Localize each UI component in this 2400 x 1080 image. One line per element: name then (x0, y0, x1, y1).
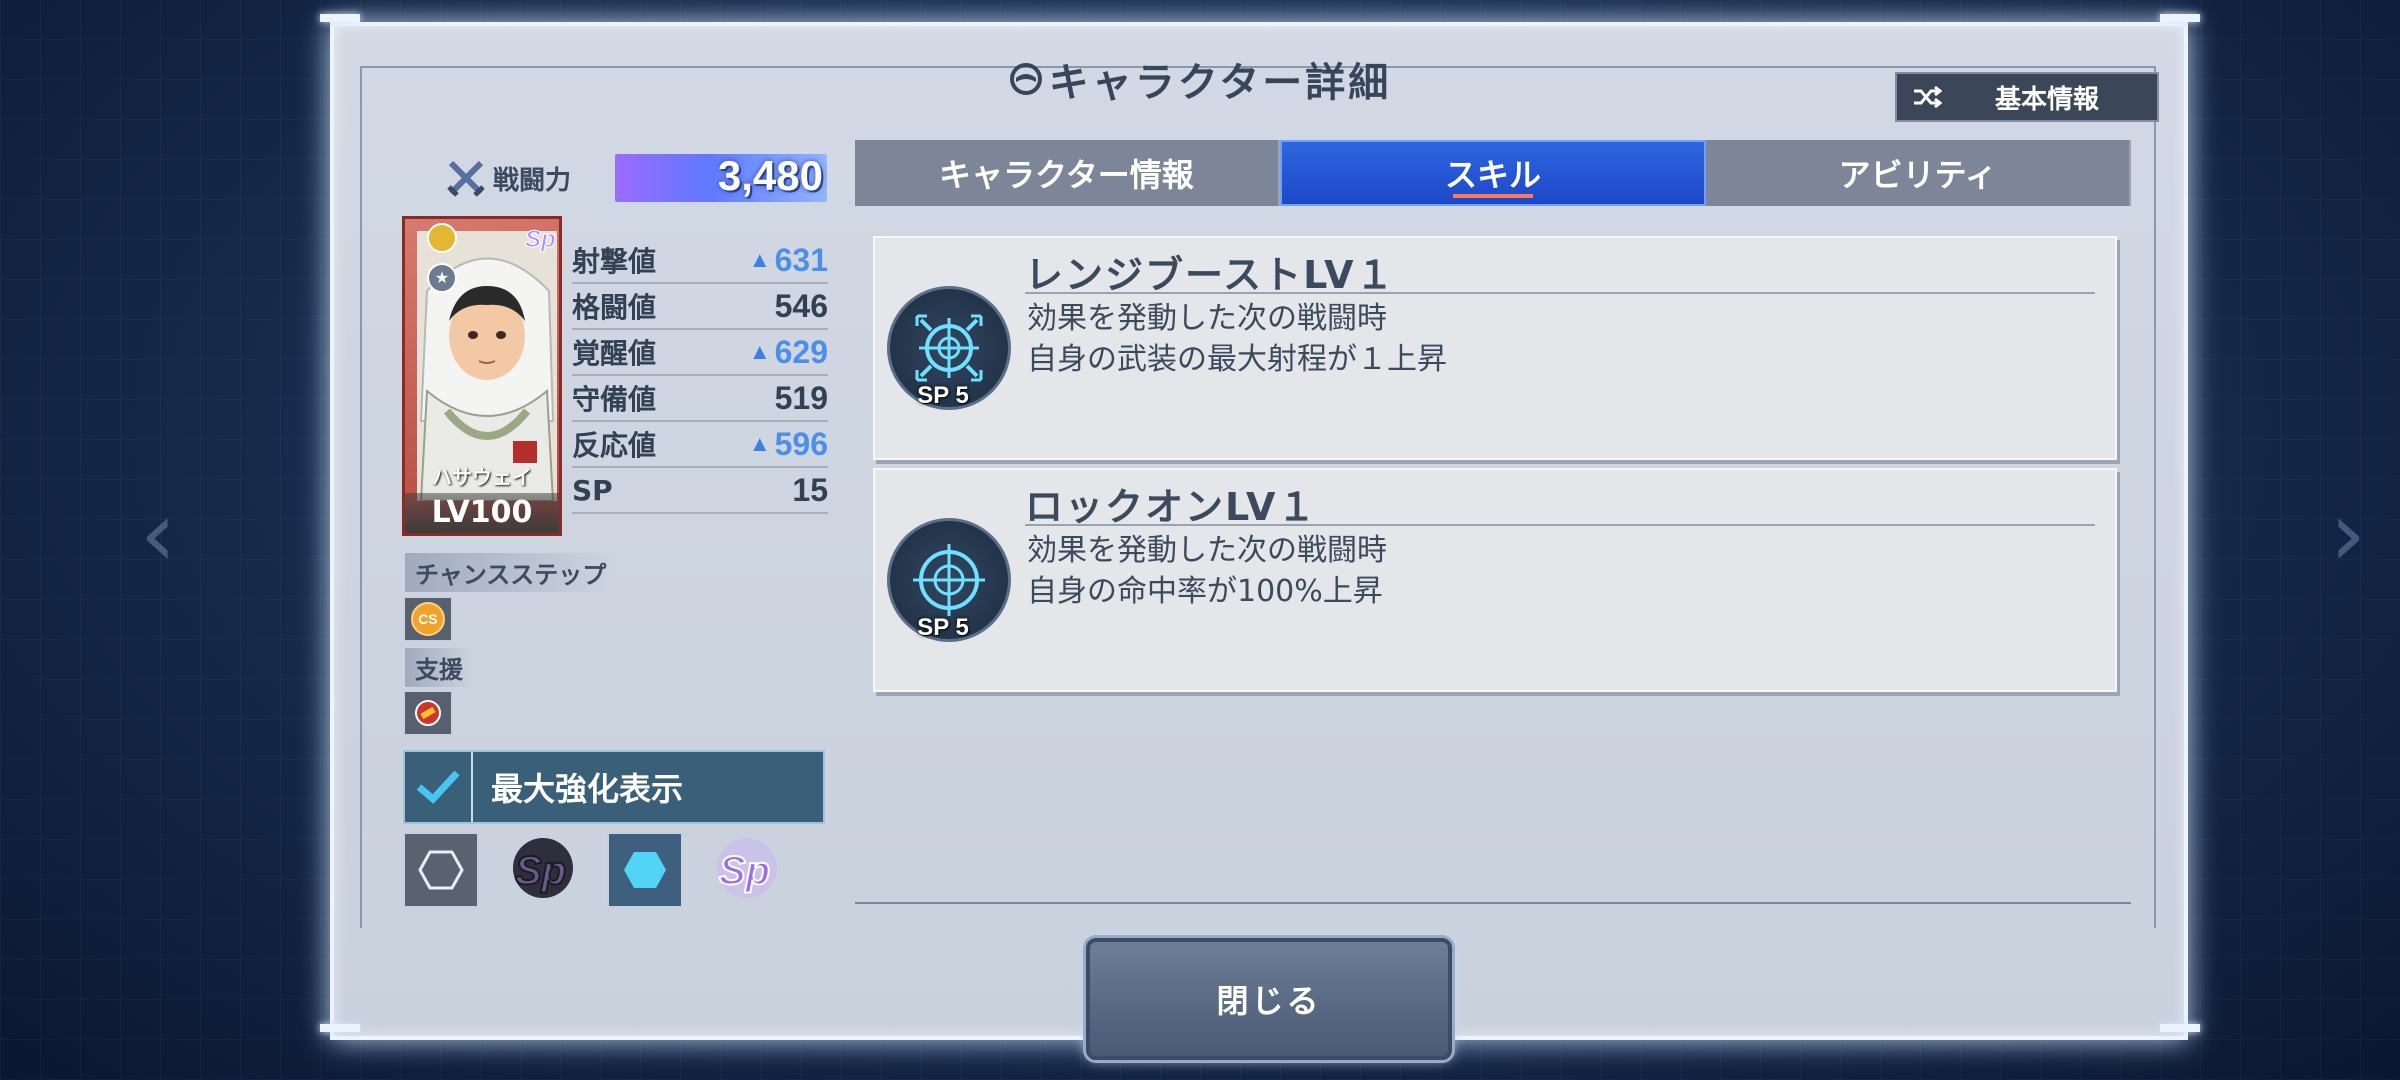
frame-corner (2160, 14, 2200, 22)
skill-desc-line: 効果を発動した次の戦闘時 (1027, 533, 1387, 568)
stat-row-awakening: 覚醒値 ▲ 629 (572, 330, 828, 376)
helmet-icon (1009, 63, 1042, 95)
chance-step-slot[interactable]: CS (403, 596, 453, 642)
skill-card[interactable]: SP 5 ロックオンLV１ 効果を発動した次の戦闘時 自身の命中率が100%上昇 (873, 468, 2117, 692)
enhance-filter-icons: Sp Sp (403, 832, 785, 908)
tab-ability[interactable]: アビリティ (1706, 140, 2132, 206)
sp-dark-icon: Sp (513, 838, 573, 898)
tab-label: アビリティ (1838, 156, 1997, 194)
hex-outline-button[interactable] (403, 832, 479, 908)
weapon-type-icon (427, 223, 457, 253)
sp-badge-icon: Sp (525, 226, 557, 254)
cs-icon: CS (411, 602, 445, 636)
svg-text:Sp: Sp (719, 849, 770, 893)
svg-text:Sp: Sp (525, 226, 556, 253)
skill-card[interactable]: SP 5 レンジブーストLV１ 効果を発動した次の戦闘時 自身の武装の最大射程が… (873, 236, 2117, 460)
support-ammo-icon (415, 700, 441, 726)
stat-row-shooting: 射撃値 ▲ 631 (572, 238, 828, 284)
frame-corner (320, 1024, 360, 1032)
support-label: 支援 (405, 648, 473, 687)
stats-list: 射撃値 ▲ 631 格闘値 546 覚醒値 ▲ 629 守備値 519 反応値 ▲ 5… (572, 238, 828, 514)
stat-label: 反応値 (572, 429, 657, 462)
sp-dark-button[interactable]: Sp (505, 832, 581, 904)
hexagon-outline-icon (418, 850, 464, 890)
stat-value: ▲ 596 (749, 426, 828, 463)
character-level: LV100 (405, 493, 559, 533)
skill-desc-line: 自身の命中率が100%上昇 (1027, 574, 1383, 609)
stat-value: ▲ 631 (749, 242, 828, 279)
combat-power: 戦闘力 3,480 (445, 150, 827, 206)
character-name: ハサウェイ (432, 465, 532, 489)
stat-label: 守備値 (572, 383, 657, 416)
combat-power-label: 戦闘力 (493, 165, 572, 196)
skill-name: ロックオンLV１ (1025, 476, 2095, 529)
up-arrow-icon: ▲ (748, 339, 771, 364)
stat-row-sp: SP 15 (572, 468, 828, 514)
skill-description: 効果を発動した次の戦闘時 自身の武装の最大射程が１上昇 (1027, 298, 1447, 380)
stat-label: 射撃値 (572, 245, 657, 278)
stat-value-text: 596 (774, 425, 828, 462)
support-slot[interactable] (403, 690, 453, 736)
sp-color-button[interactable]: Sp (709, 832, 785, 904)
max-enhance-toggle[interactable]: 最大強化表示 (403, 750, 825, 824)
tab-label: スキル (1445, 156, 1542, 194)
stat-label: 覚醒値 (572, 337, 657, 370)
stat-value-text: 15 (792, 471, 828, 508)
prev-character-arrow-icon[interactable]: ‹ (140, 490, 176, 580)
stat-row-defense: 守備値 519 (572, 376, 828, 422)
stat-value-text: 546 (774, 287, 828, 324)
skill-description: 効果を発動した次の戦闘時 自身の命中率が100%上昇 (1027, 530, 1387, 612)
up-arrow-icon: ▲ (748, 431, 771, 456)
tab-character-info[interactable]: キャラクター情報 (855, 140, 1280, 206)
stat-value-text: 519 (774, 379, 828, 416)
stat-value: 519 (775, 380, 828, 417)
skill-sp-cost: SP 5 (917, 382, 969, 409)
basic-info-label: 基本情報 (1994, 84, 2099, 115)
character-card[interactable]: ★ Sp ハサウェイ LV100 (402, 216, 562, 536)
skill-name: レンジブーストLV１ (1025, 244, 2095, 297)
frame-corner (320, 14, 360, 22)
stat-row-melee: 格闘値 546 (572, 284, 828, 330)
stat-value: ▲ 629 (749, 334, 828, 371)
hexagon-filled-icon (624, 852, 666, 888)
detail-tabs: キャラクター情報 スキル アビリティ (855, 140, 2132, 206)
stat-label: SP (572, 473, 613, 507)
shuffle-icon (1897, 85, 1957, 109)
content-divider (855, 902, 2131, 904)
tab-skill[interactable]: スキル (1279, 140, 1707, 206)
crossed-swords-icon (447, 160, 485, 197)
skill-sp-cost: SP 5 (917, 614, 969, 641)
checkmark-icon (405, 752, 473, 822)
stat-value: 546 (775, 288, 828, 325)
skill-desc-line: 自身の武装の最大射程が１上昇 (1027, 342, 1447, 377)
frame-corner (2160, 1024, 2200, 1032)
stat-label: 格闘値 (572, 291, 657, 324)
close-button[interactable]: 閉じる (1086, 938, 1452, 1060)
chance-step-label: チャンスステップ (405, 553, 617, 592)
combat-power-value: 3,480 (717, 152, 823, 199)
up-arrow-icon: ▲ (748, 247, 771, 272)
close-button-label: 閉じる (1216, 982, 1322, 1020)
stat-value-text: 629 (774, 333, 828, 370)
stat-row-reaction: 反応値 ▲ 596 (572, 422, 828, 468)
skill-desc-line: 効果を発動した次の戦闘時 (1027, 301, 1387, 336)
stat-value: 15 (792, 472, 828, 509)
svg-text:Sp: Sp (515, 849, 566, 893)
sp-color-icon: Sp (717, 838, 777, 898)
tab-label: キャラクター情報 (938, 156, 1194, 194)
max-enhance-label: 最大強化表示 (491, 770, 684, 808)
page-title-text: キャラクター詳細 (1048, 60, 1392, 106)
next-character-arrow-icon[interactable]: › (2330, 490, 2366, 580)
stat-value-text: 631 (774, 241, 828, 278)
star-badge-icon: ★ (427, 263, 457, 293)
hex-filled-button[interactable] (607, 832, 683, 908)
basic-info-button[interactable]: 基本情報 (1895, 72, 2159, 122)
